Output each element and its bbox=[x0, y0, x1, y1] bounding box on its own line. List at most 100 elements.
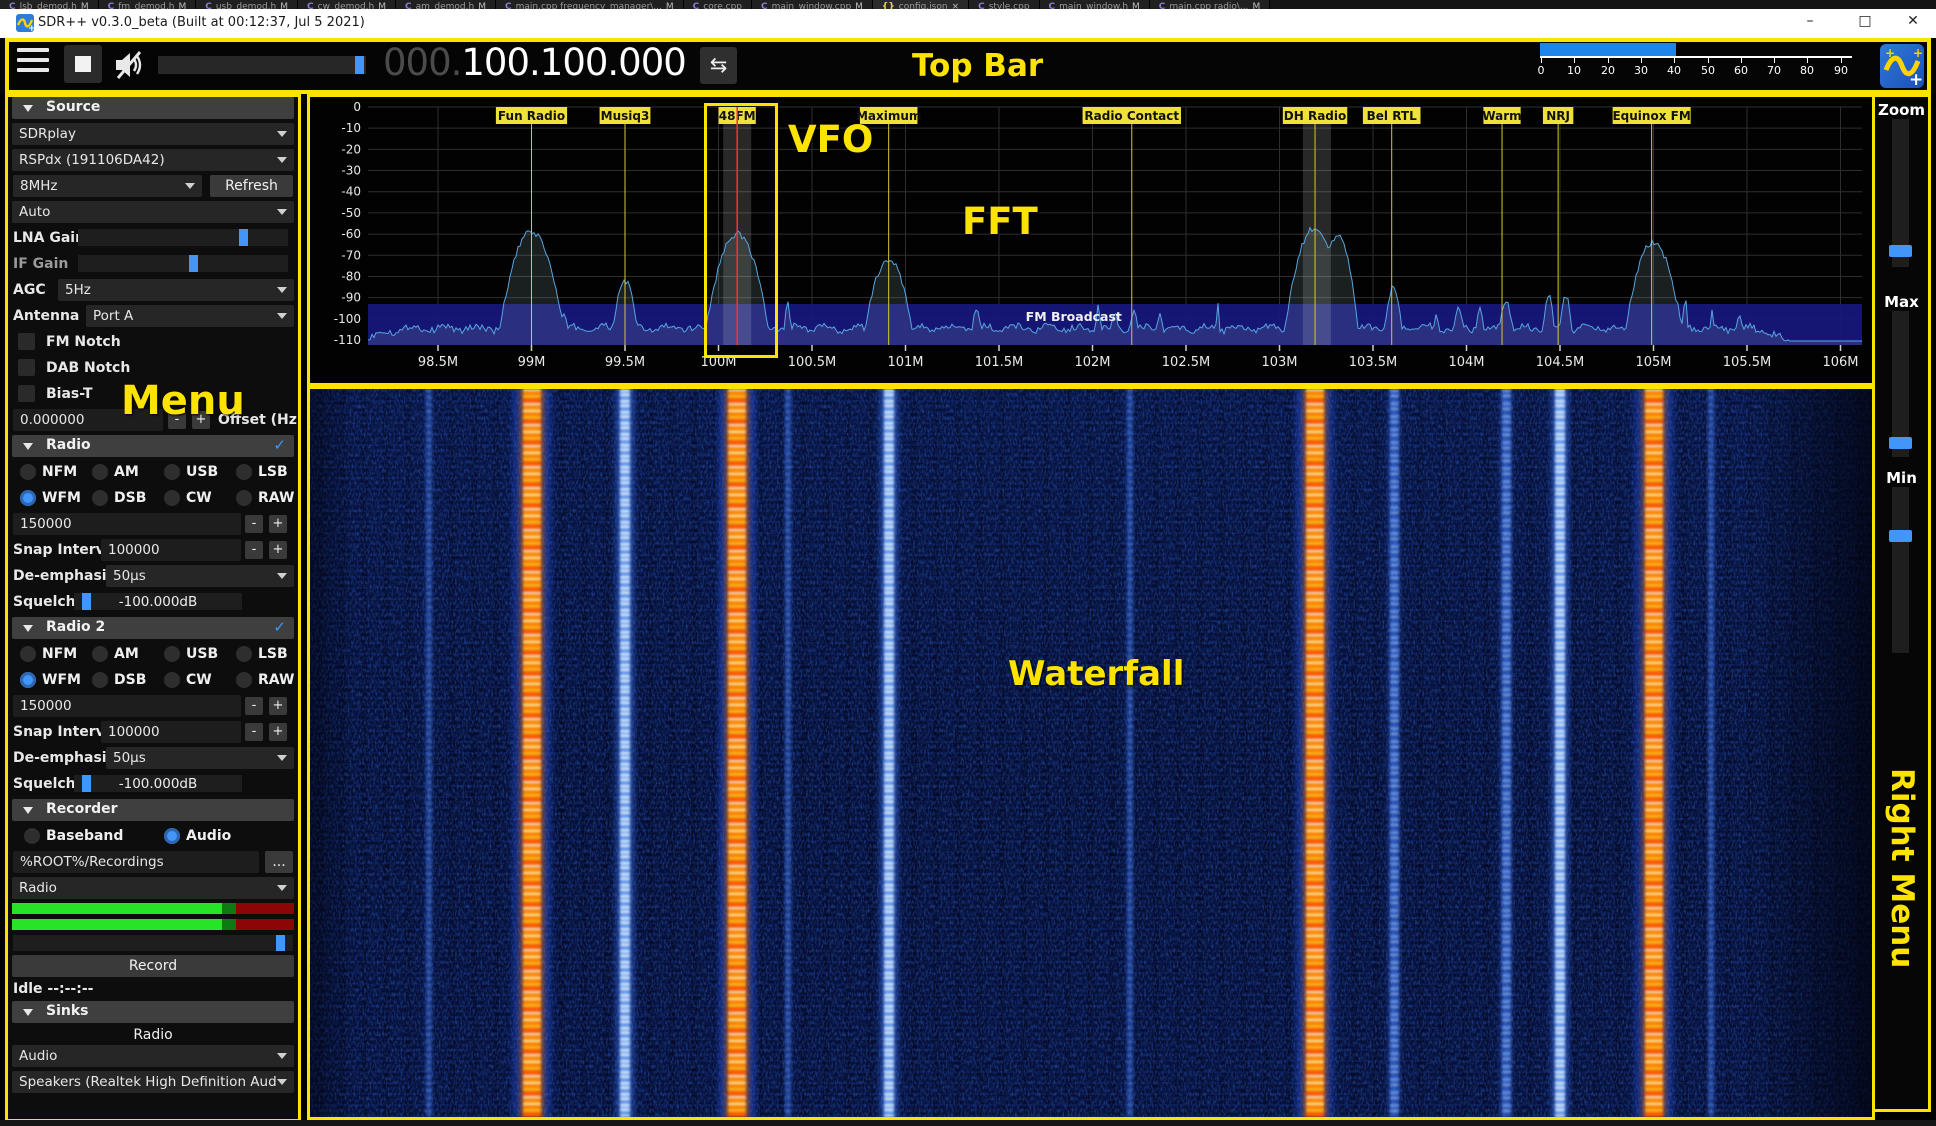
mode-radio-am[interactable] bbox=[92, 464, 108, 480]
radio2-snap-minus-button[interactable]: - bbox=[245, 723, 263, 741]
offset-input[interactable]: 0.000000 bbox=[13, 409, 163, 431]
module-enabled-check-icon[interactable]: ✓ bbox=[273, 436, 286, 454]
mode-radio-cw[interactable] bbox=[164, 672, 180, 688]
section-header-sinks[interactable]: Sinks bbox=[12, 1001, 294, 1023]
section-header-radio[interactable]: Radio ✓ bbox=[12, 435, 294, 457]
editor-tab[interactable]: Clsb_demod.hM bbox=[0, 0, 99, 9]
mode-radio-lsb[interactable] bbox=[236, 464, 252, 480]
agc-dropdown[interactable]: 5Hz bbox=[58, 279, 294, 301]
source-device-dropdown[interactable]: RSPdx (191106DA42) bbox=[12, 149, 294, 171]
radio2-bandwidth-minus-button[interactable]: - bbox=[245, 697, 263, 715]
zoom-slider-handle[interactable] bbox=[1889, 245, 1912, 257]
waterfall-panel[interactable] bbox=[310, 389, 1872, 1117]
if-gain-slider[interactable] bbox=[78, 255, 288, 272]
radio2-snap-input[interactable]: 100000 bbox=[101, 721, 241, 743]
radio-snap-plus-button[interactable]: + bbox=[269, 541, 287, 559]
mode-radio-usb[interactable] bbox=[164, 646, 180, 662]
recorder-stream-dropdown[interactable]: Radio bbox=[12, 877, 294, 899]
antenna-dropdown[interactable]: Port A bbox=[86, 305, 294, 327]
offset-row: 0.000000 - + Offset (Hz) bbox=[12, 409, 294, 431]
mode-radio-dsb[interactable] bbox=[92, 672, 108, 688]
volume-slider-handle[interactable] bbox=[355, 56, 364, 74]
radio2-bandwidth-plus-button[interactable]: + bbox=[269, 697, 287, 715]
radio-audio[interactable] bbox=[164, 828, 180, 844]
stop-button[interactable] bbox=[64, 45, 102, 83]
mute-speaker-icon[interactable] bbox=[110, 47, 146, 83]
max-slider-handle[interactable] bbox=[1889, 437, 1912, 449]
if-gain-slider-handle[interactable] bbox=[189, 255, 198, 272]
section-header-recorder[interactable]: Recorder bbox=[12, 799, 294, 821]
section-header-source[interactable]: Source bbox=[12, 97, 294, 119]
volume-slider[interactable] bbox=[158, 56, 366, 74]
radio2-bandwidth-input[interactable]: 150000 bbox=[13, 695, 241, 717]
editor-tab[interactable]: Cmain_window.hM bbox=[1040, 0, 1150, 9]
editor-tab[interactable]: Cfm_demod.hM bbox=[99, 0, 197, 9]
radio-bandwidth-plus-button[interactable]: + bbox=[269, 515, 287, 533]
sink-device-dropdown[interactable]: Speakers (Realtek High Definition Audio) bbox=[12, 1071, 294, 1093]
radio2-snap-plus-button[interactable]: + bbox=[269, 723, 287, 741]
fft-panel[interactable]: Fun RadioMusiq348FMMaximumRadio ContactD… bbox=[310, 97, 1872, 383]
sink-type-dropdown[interactable]: Audio bbox=[12, 1045, 294, 1067]
chevron-down-icon bbox=[277, 885, 287, 891]
mode-radio-wfm[interactable] bbox=[20, 490, 36, 506]
mode-radio-raw[interactable] bbox=[236, 490, 252, 506]
mode-radio-nfm[interactable] bbox=[20, 646, 36, 662]
lna-gain-slider-handle[interactable] bbox=[239, 229, 248, 246]
mode-radio-am[interactable] bbox=[92, 646, 108, 662]
mode-radio-usb[interactable] bbox=[164, 464, 180, 480]
fm-notch-checkbox[interactable] bbox=[18, 333, 35, 350]
module-enabled-check-icon[interactable]: ✓ bbox=[273, 618, 286, 636]
menu-toggle-button[interactable] bbox=[17, 48, 53, 80]
radio-bandwidth-minus-button[interactable]: - bbox=[245, 515, 263, 533]
mode-radio-cw[interactable] bbox=[164, 490, 180, 506]
agc-row: AGC 5Hz bbox=[12, 279, 294, 301]
max-slider[interactable] bbox=[1892, 311, 1909, 457]
browse-button[interactable]: ... bbox=[265, 851, 293, 873]
mode-radio-dsb[interactable] bbox=[92, 490, 108, 506]
if-bandwidth-dropdown[interactable]: 8MHz bbox=[13, 175, 202, 197]
recorder-path-input[interactable]: %ROOT%/Recordings bbox=[13, 851, 259, 873]
radio-bandwidth-input[interactable]: 150000 bbox=[13, 513, 241, 535]
editor-tab[interactable]: Cmain.cpp frequency_manager\...M bbox=[496, 0, 684, 9]
freq-tick-label: 102.5M bbox=[1162, 355, 1210, 370]
dab-notch-checkbox[interactable] bbox=[18, 359, 35, 376]
auto-option-dropdown[interactable]: Auto bbox=[12, 201, 294, 223]
recorder-volume-slider-handle[interactable] bbox=[276, 935, 285, 951]
radio-snap-input[interactable]: 100000 bbox=[101, 539, 241, 561]
radio-deemphasis-dropdown[interactable]: 50µs bbox=[106, 565, 294, 587]
chevron-down-icon bbox=[185, 183, 195, 189]
mode-radio-raw[interactable] bbox=[236, 672, 252, 688]
frequency-display[interactable]: 000.100.100.000 bbox=[383, 41, 686, 84]
bias-t-checkbox[interactable] bbox=[18, 385, 35, 402]
mode-radio-wfm[interactable] bbox=[20, 672, 36, 688]
min-slider[interactable] bbox=[1892, 487, 1909, 653]
tuning-mode-swap-button[interactable]: ⇆ bbox=[700, 47, 737, 84]
radio-snap-minus-button[interactable]: - bbox=[245, 541, 263, 559]
radio-baseband[interactable] bbox=[24, 828, 40, 844]
lna-gain-slider[interactable] bbox=[78, 229, 288, 246]
editor-tab[interactable]: Ccore.cpp bbox=[684, 0, 752, 9]
editor-tab[interactable]: Cam_demod.hM bbox=[396, 0, 496, 9]
minimize-button[interactable]: – bbox=[1795, 13, 1825, 29]
editor-tab[interactable]: {}config.json× bbox=[873, 0, 969, 9]
maximize-button[interactable]: □ bbox=[1850, 13, 1880, 29]
close-button[interactable]: ✕ bbox=[1898, 13, 1928, 29]
editor-tab[interactable]: Cstyle.cpp bbox=[969, 0, 1039, 9]
section-header-radio2[interactable]: Radio 2 ✓ bbox=[12, 617, 294, 639]
editor-tab[interactable]: Ccw_demod.hM bbox=[298, 0, 396, 9]
mode-radio-lsb[interactable] bbox=[236, 646, 252, 662]
refresh-button[interactable]: Refresh bbox=[210, 175, 293, 197]
radio2-deemphasis-dropdown[interactable]: 50µs bbox=[106, 747, 294, 769]
radio-snap-row: Snap Interval 100000 - + bbox=[12, 539, 294, 561]
offset-plus-button[interactable]: + bbox=[192, 411, 210, 429]
editor-tab[interactable]: Cmain.cpp radio\...M bbox=[1150, 0, 1271, 9]
source-driver-dropdown[interactable]: SDRplay bbox=[12, 123, 294, 145]
db-tick-label: -50 bbox=[341, 206, 361, 220]
editor-tab[interactable]: Cusb_demod.hM bbox=[196, 0, 298, 9]
offset-minus-button[interactable]: - bbox=[168, 411, 186, 429]
mode-radio-nfm[interactable] bbox=[20, 464, 36, 480]
record-button[interactable]: Record bbox=[12, 955, 294, 977]
min-slider-handle[interactable] bbox=[1889, 530, 1912, 542]
editor-tab[interactable]: Cmain_window.cppM bbox=[752, 0, 873, 9]
recorder-volume-slider[interactable] bbox=[13, 935, 293, 951]
